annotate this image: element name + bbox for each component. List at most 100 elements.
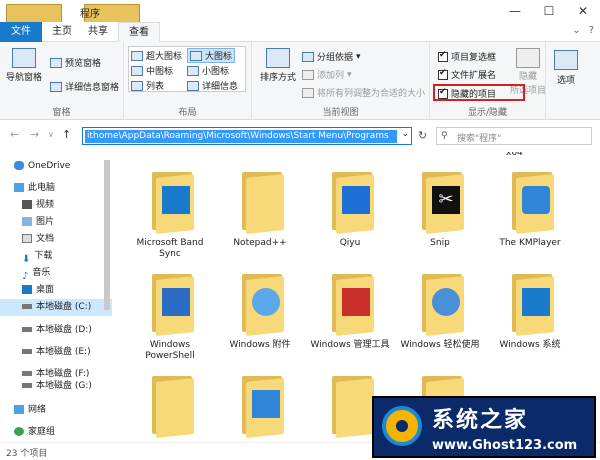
- group-label: 布局: [178, 108, 197, 118]
- file-item[interactable]: Windows PowerShell: [130, 272, 210, 362]
- file-item[interactable]: Windows 轻松使用: [400, 272, 480, 351]
- nav-item-homegroup[interactable]: 家庭组: [0, 424, 112, 441]
- file-extensions-toggle[interactable]: 文件扩展名: [438, 68, 496, 81]
- network-icon: [14, 405, 24, 414]
- chevron-down-icon[interactable]: ⌄: [572, 25, 580, 36]
- folder-icon: [412, 272, 468, 336]
- extra-large-icons-option[interactable]: 超大图标: [131, 49, 182, 62]
- fit-columns-button[interactable]: 将所有列调整为合适的大小: [302, 86, 425, 99]
- tab-view[interactable]: 查看: [118, 22, 160, 43]
- folder-icon: [142, 272, 198, 336]
- details-pane-icon: [50, 81, 62, 92]
- nav-pane-button[interactable]: 导航窗格: [6, 48, 42, 83]
- minimize-button[interactable]: —: [498, 0, 532, 22]
- tab-share[interactable]: 共享: [80, 22, 116, 42]
- group-by-button[interactable]: 分组依据 ▾: [302, 50, 361, 63]
- folder-icon: [322, 374, 378, 438]
- nav-item-drive-c[interactable]: 本地磁盘 (C:): [0, 299, 112, 316]
- search-input[interactable]: ⚲ 搜索"程序": [436, 127, 592, 145]
- list-icon: [131, 80, 143, 91]
- document-icon: [22, 234, 32, 243]
- fit-columns-icon: [302, 87, 314, 98]
- kmplayer-icon: [522, 186, 550, 214]
- nav-item-drive-g[interactable]: 本地磁盘 (G:): [0, 378, 112, 395]
- item-count: 23 个项目: [6, 449, 48, 459]
- nav-item-this-pc[interactable]: 此电脑: [0, 180, 112, 197]
- file-item[interactable]: ✂ Snip: [400, 170, 480, 249]
- folder-icon: [232, 170, 288, 234]
- nav-pane-icon: [12, 48, 36, 68]
- ribbon-tabs: 文件 主页 共享 查看 ⌄ ?: [0, 22, 600, 43]
- nav-item-drive-e[interactable]: 本地磁盘 (E:): [0, 344, 112, 361]
- nav-item-desktop[interactable]: 桌面: [0, 282, 112, 299]
- file-item[interactable]: Microsoft Band Sync: [130, 170, 210, 260]
- large-icons-option[interactable]: 大图标: [187, 48, 236, 63]
- checkbox-checked[interactable]: [438, 50, 448, 62]
- homegroup-icon: [14, 427, 24, 436]
- nav-item-drive-d[interactable]: 本地磁盘 (D:): [0, 322, 112, 339]
- drive-icon: [22, 371, 32, 376]
- options-button[interactable]: 选项: [554, 50, 578, 86]
- scissors-icon: ✂: [432, 186, 460, 214]
- address-path[interactable]: ithome\AppData\Roaming\Microsoft\Windows…: [85, 130, 397, 143]
- nav-item-network[interactable]: 网络: [0, 402, 112, 419]
- file-item[interactable]: Windows 管理工具: [310, 272, 390, 351]
- tab-file[interactable]: 文件: [0, 22, 42, 42]
- file-item[interactable]: Notepad++: [220, 170, 300, 249]
- nav-item-pictures[interactable]: 图片: [0, 214, 112, 231]
- highlight-box: [433, 84, 525, 101]
- address-bar[interactable]: ithome\AppData\Roaming\Microsoft\Windows…: [82, 127, 412, 145]
- file-name: Windows PowerShell: [145, 340, 195, 361]
- nav-item-videos[interactable]: 视频: [0, 197, 112, 214]
- folder-icon: [322, 170, 378, 234]
- nav-item-music[interactable]: ♪ 音乐: [0, 265, 112, 282]
- file-item[interactable]: Qiyu: [310, 170, 390, 249]
- computer-icon: [14, 183, 24, 192]
- folder-icon: [142, 374, 198, 438]
- show-hide-group: 项目复选框 文件扩展名 隐藏的项目 隐藏 所选项目 显示/隐藏: [430, 42, 546, 120]
- item-checkboxes-toggle[interactable]: 项目复选框: [438, 50, 496, 63]
- forward-arrow-icon[interactable]: →: [30, 128, 39, 141]
- up-arrow-icon[interactable]: ↑: [62, 128, 71, 141]
- file-item[interactable]: [130, 374, 210, 438]
- navigation-pane: OneDrive 此电脑 视频 图片 文档 ⬇ 下载 ♪ 音乐 桌面 本地磁盘 (C…: [0, 152, 112, 442]
- medium-icons-option[interactable]: 中图标: [131, 64, 173, 77]
- add-column-icon: [302, 69, 314, 80]
- folder-icon: [502, 272, 558, 336]
- details-option[interactable]: 详细信息: [187, 79, 238, 92]
- extra-large-icons-icon: [131, 50, 143, 61]
- chevron-down-icon[interactable]: ∨: [48, 130, 54, 139]
- toolbox-icon: [342, 288, 370, 316]
- drive-icon: [22, 349, 32, 354]
- small-icons-option[interactable]: 小图标: [187, 64, 229, 77]
- list-option[interactable]: 列表: [131, 79, 164, 92]
- folder-icon: [322, 272, 378, 336]
- add-column-button[interactable]: 添加列 ▾: [302, 68, 352, 81]
- checkbox-checked[interactable]: [438, 68, 448, 80]
- file-item[interactable]: Windows 系统: [490, 272, 570, 351]
- folder-icon: [232, 374, 288, 438]
- layout-gallery: 超大图标 大图标 中图标 小图标 列表 详细信息: [128, 46, 246, 92]
- nav-item-onedrive[interactable]: OneDrive: [0, 158, 112, 175]
- nav-item-downloads[interactable]: ⬇ 下载: [0, 248, 112, 265]
- maximize-button[interactable]: ☐: [532, 0, 566, 22]
- back-arrow-icon[interactable]: ←: [10, 128, 19, 141]
- preview-pane-button[interactable]: 预览窗格: [50, 56, 101, 69]
- file-item[interactable]: The KMPlayer: [490, 170, 570, 249]
- tab-home[interactable]: 主页: [44, 22, 80, 42]
- search-placeholder: 搜索"程序": [457, 134, 502, 144]
- ie-icon: [252, 288, 280, 316]
- file-item[interactable]: [220, 374, 300, 438]
- music-icon: ♪: [22, 271, 29, 282]
- help-icon[interactable]: ?: [589, 25, 594, 36]
- small-icons-icon: [187, 65, 199, 76]
- nav-item-documents[interactable]: 文档: [0, 231, 112, 248]
- chevron-down-icon[interactable]: ⌄: [401, 129, 409, 139]
- details-pane-button[interactable]: 详细信息窗格: [50, 80, 119, 93]
- app-grid-icon: [342, 186, 370, 214]
- refresh-icon[interactable]: ↻: [418, 129, 427, 142]
- sort-by-button[interactable]: 排序方式: [260, 48, 296, 83]
- close-button[interactable]: ✕: [566, 0, 600, 22]
- file-item[interactable]: Windows 附件: [220, 272, 300, 351]
- nav-scrollbar[interactable]: [104, 160, 110, 310]
